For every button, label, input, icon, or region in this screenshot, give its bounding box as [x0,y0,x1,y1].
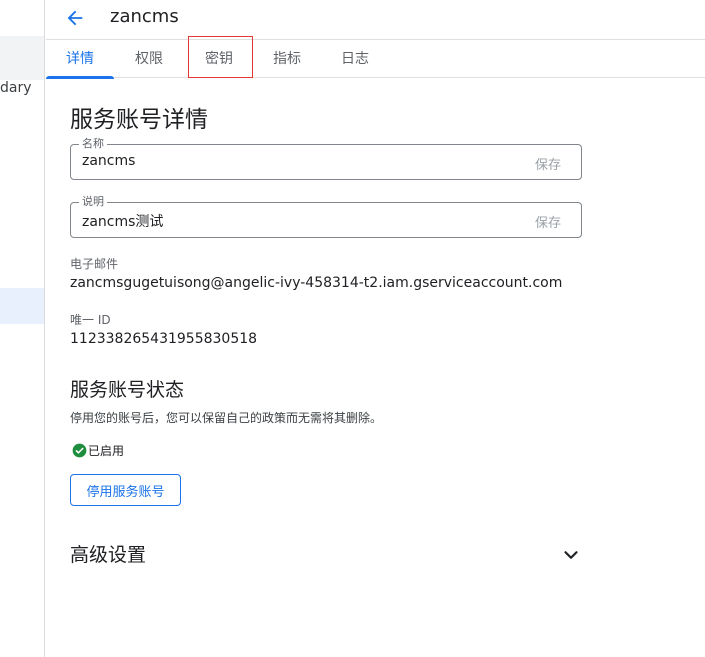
email-label: 电子邮件 [70,257,119,271]
tab-metrics[interactable]: 指标 [256,40,318,78]
name-field-label: 名称 [79,137,107,151]
description-field[interactable]: 说明 zancms测试 保存 [70,195,582,238]
sidebar-item-hover[interactable] [0,36,44,80]
tab-bar: 详情 权限 密钥 指标 日志 [46,40,705,79]
left-sidebar: dary [0,0,45,657]
email-value: zancmsgugetuisong@angelic-ivy-458314-t2.… [70,275,563,291]
description-field-label: 说明 [79,195,107,209]
tab-permissions[interactable]: 权限 [118,40,180,78]
chevron-down-icon[interactable] [560,544,582,566]
name-save-button[interactable]: 保存 [535,154,561,173]
name-field[interactable]: 名称 zancms 保存 [70,137,582,180]
unique-id-value: 112338265431955830518 [70,331,258,347]
disable-account-button[interactable]: 停用服务账号 [70,474,181,506]
details-heading: 服务账号详情 [70,107,208,133]
sidebar-item-label[interactable]: dary [0,80,32,96]
page-header: zancms [46,0,705,40]
tab-keys[interactable]: 密钥 [188,40,250,78]
advanced-settings-heading: 高级设置 [70,544,147,566]
back-arrow-icon[interactable] [64,7,86,29]
sidebar-item-selected[interactable] [0,288,44,324]
tab-logs[interactable]: 日志 [324,40,386,78]
status-heading: 服务账号状态 [70,379,185,401]
tab-details[interactable]: 详情 [46,40,114,79]
status-description: 停用您的账号后，您可以保留自己的政策而无需将其删除。 [70,411,383,425]
check-circle-icon [72,443,87,458]
description-save-button[interactable]: 保存 [535,212,561,231]
page-root: dary zancms 详情 权限 密钥 指标 日志 服务账号详情 名称 zan… [0,0,705,657]
advanced-settings-toggle[interactable]: 高级设置 [70,540,582,568]
status-badge: 已启用 [88,444,125,458]
unique-id-label: 唯一 ID [70,313,111,327]
description-field-value[interactable]: zancms测试 [82,211,163,231]
page-title: zancms [110,6,179,27]
name-field-value[interactable]: zancms [82,153,135,169]
